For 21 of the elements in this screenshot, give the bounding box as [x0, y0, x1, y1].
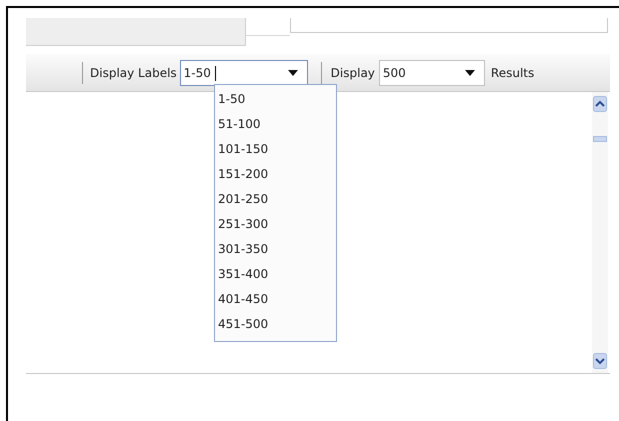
dropdown-option[interactable]: 451-500: [215, 312, 336, 337]
dropdown-option[interactable]: 251-300: [215, 212, 336, 237]
dropdown-option[interactable]: 201-250: [215, 187, 336, 212]
dropdown-option[interactable]: 301-350: [215, 237, 336, 262]
display-combo[interactable]: 500: [378, 60, 485, 86]
scrollbar[interactable]: [592, 92, 608, 373]
dropdown-option[interactable]: 401-450: [215, 287, 336, 312]
results-label: Results: [490, 64, 534, 82]
dropdown-option[interactable]: 1-50: [215, 87, 336, 112]
labels-combo[interactable]: 1-50: [180, 60, 308, 86]
caret-icon[interactable]: [464, 70, 475, 76]
dropdown-option[interactable]: 101-150: [215, 137, 336, 162]
scroll-thumb[interactable]: [593, 136, 607, 142]
dropdown-option[interactable]: 51-100: [215, 112, 336, 137]
caret-icon[interactable]: [288, 70, 298, 76]
scroll-down-icon[interactable]: [593, 353, 607, 369]
dropdown-option[interactable]: 351-400: [215, 262, 336, 287]
display-label: Display: [330, 64, 375, 82]
scroll-up-icon[interactable]: [593, 96, 607, 112]
display-labels-label: Display Labels: [90, 64, 177, 82]
dropdown-option[interactable]: 151-200: [215, 162, 336, 187]
